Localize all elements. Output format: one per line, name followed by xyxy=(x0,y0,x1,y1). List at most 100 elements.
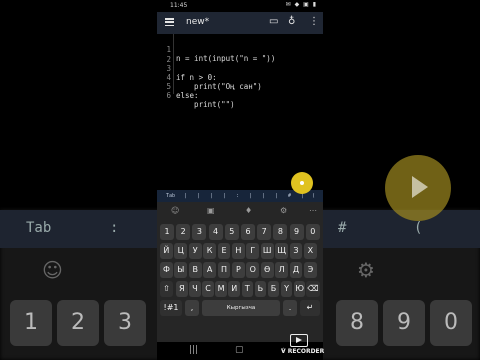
file-title: new* xyxy=(186,17,210,27)
key[interactable]: 1 xyxy=(160,224,174,240)
comma-key[interactable]: , xyxy=(185,300,199,316)
symbol-key[interactable]: ( xyxy=(312,193,315,199)
key[interactable]: 2 xyxy=(176,224,191,240)
key[interactable]: К xyxy=(203,243,216,259)
background-key: 2 xyxy=(57,300,99,346)
folder-icon[interactable]: ▭ xyxy=(269,16,278,27)
code-text: print("") xyxy=(176,100,235,109)
key[interactable]: З xyxy=(289,243,303,259)
watermark-text: V RECORDER xyxy=(281,348,325,355)
key[interactable]: Х xyxy=(304,243,317,259)
background-key: 1 xyxy=(10,300,52,346)
key[interactable]: Б xyxy=(267,281,280,297)
key[interactable]: Щ xyxy=(275,243,288,259)
key[interactable]: 6 xyxy=(241,224,255,240)
home-icon[interactable]: ▢ xyxy=(235,345,244,355)
key[interactable]: 3 xyxy=(192,224,207,240)
key[interactable]: У xyxy=(188,243,202,259)
key[interactable]: Г xyxy=(246,243,260,259)
key[interactable]: Н xyxy=(232,243,245,259)
key[interactable]: Й xyxy=(160,243,173,259)
key[interactable]: П xyxy=(217,262,231,278)
sticker-icon[interactable]: ▣ xyxy=(207,206,215,215)
code-line: 2 xyxy=(157,46,184,64)
key[interactable]: Т xyxy=(241,281,254,297)
backspace-key[interactable]: ⌫ xyxy=(306,281,320,297)
key[interactable]: Л xyxy=(275,262,288,278)
keyboard-row-3: ⇧ ⌫ ЯЧСМИТЬБҮЮ xyxy=(160,281,320,297)
background-key: 3 xyxy=(104,300,146,346)
symbol-key[interactable]: | xyxy=(262,193,265,199)
key[interactable]: С xyxy=(202,281,214,297)
key[interactable]: О xyxy=(246,262,260,278)
more-icon[interactable]: ⋯ xyxy=(309,206,317,215)
key[interactable]: 4 xyxy=(208,224,223,240)
key[interactable]: Ю xyxy=(293,281,306,297)
emoji-icon[interactable]: ☺ xyxy=(171,206,179,215)
key[interactable]: Я xyxy=(176,281,188,297)
key[interactable]: Е xyxy=(217,243,231,259)
keyboard-row-1: ЙЦУКЕНГШЩЗХ xyxy=(160,243,320,259)
key[interactable]: 7 xyxy=(257,224,272,240)
key[interactable]: Ь xyxy=(254,281,267,297)
keyboard-row-bottom: !#1 , Кыргызча . ↵ xyxy=(160,300,320,316)
key[interactable]: Ш xyxy=(260,243,274,259)
status-bar: 11:45 ✉ ◆ ▣ ▮ xyxy=(157,0,323,11)
symbol-key[interactable]: : xyxy=(236,193,239,199)
symbol-key[interactable]: | xyxy=(197,193,200,199)
keyboard-row-numbers: 1234567890 xyxy=(160,224,320,240)
status-icons: ✉ ◆ ▣ ▮ xyxy=(285,1,317,8)
symbol-key[interactable]: | xyxy=(249,193,252,199)
key[interactable]: 5 xyxy=(224,224,239,240)
code-line: 1 n = int(input("n = ")) xyxy=(157,36,275,63)
code-line: 4 print("Оң сан") xyxy=(157,64,261,91)
key[interactable]: В xyxy=(188,262,202,278)
background-emoji-icon: ☺ xyxy=(42,258,63,282)
background-key: 8 xyxy=(336,300,378,346)
symbol-key[interactable]: Tab xyxy=(166,193,175,199)
key[interactable]: Ц xyxy=(174,243,188,259)
fab-dot-icon xyxy=(300,181,304,185)
keyboard: ☺ ▣ ♦ ⚙ ⋯ 1234567890 ЙЦУКЕНГШЩЗХ ФЫВАПРО… xyxy=(157,202,323,342)
key[interactable]: Ч xyxy=(189,281,201,297)
key[interactable]: 8 xyxy=(273,224,288,240)
period-key[interactable]: . xyxy=(283,300,297,316)
app-bar: new* ▭ ♁ ⋮ xyxy=(157,12,323,34)
shift-key[interactable]: ⇧ xyxy=(160,281,173,297)
key[interactable]: Ы xyxy=(174,262,188,278)
key[interactable]: Ф xyxy=(160,262,173,278)
lightbulb-icon[interactable]: ♁ xyxy=(288,16,295,27)
settings-icon[interactable]: ⚙ xyxy=(280,206,287,215)
key[interactable]: Д xyxy=(289,262,303,278)
symbol-key[interactable]: | xyxy=(184,193,187,199)
background-strip-text: Tab xyxy=(26,220,52,236)
recents-icon[interactable]: ||| xyxy=(189,345,198,355)
code-line: 6 print("") xyxy=(157,82,234,109)
key[interactable]: И xyxy=(228,281,240,297)
more-vert-icon[interactable]: ⋮ xyxy=(309,16,319,27)
symbol-key[interactable]: # xyxy=(288,193,291,199)
mic-icon[interactable]: ♦ xyxy=(245,206,252,215)
background-strip-text: # xyxy=(338,220,347,236)
key[interactable]: Р xyxy=(232,262,245,278)
key[interactable]: Ү xyxy=(280,281,293,297)
key[interactable]: 9 xyxy=(289,224,304,240)
menu-icon[interactable] xyxy=(165,18,174,27)
key[interactable]: Э xyxy=(304,262,317,278)
symbol-key[interactable]: | xyxy=(210,193,213,199)
camera-icon xyxy=(290,334,308,347)
key[interactable]: 0 xyxy=(305,224,320,240)
recorder-watermark: V RECORDER xyxy=(281,334,325,356)
key[interactable]: А xyxy=(203,262,216,278)
symbols-key[interactable]: !#1 xyxy=(160,300,182,316)
key[interactable]: Ө xyxy=(260,262,274,278)
space-key[interactable]: Кыргызча xyxy=(202,300,280,316)
symbol-key[interactable]: | xyxy=(275,193,278,199)
background-settings-icon: ⚙ xyxy=(357,258,375,282)
floating-action-button[interactable] xyxy=(291,172,313,194)
key[interactable]: М xyxy=(215,281,227,297)
enter-key[interactable]: ↵ xyxy=(300,300,320,316)
code-text: print("Оң сан") xyxy=(176,82,262,91)
code-editor[interactable]: 1 n = int(input("n = ")) 2 3 if n > 0: 4… xyxy=(157,34,323,190)
symbol-key[interactable]: | xyxy=(223,193,226,199)
